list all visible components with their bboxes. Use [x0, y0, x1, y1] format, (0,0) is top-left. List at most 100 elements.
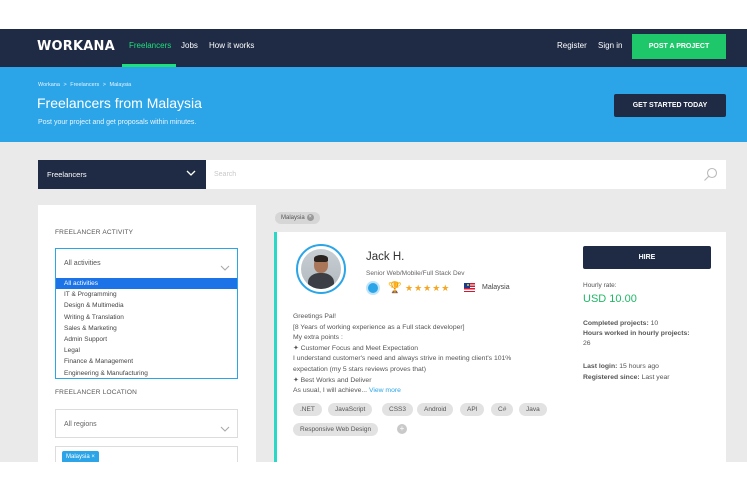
freelancer-country: Malaysia — [482, 284, 510, 291]
description-last-line: As usual, I will achieve... View more — [293, 386, 563, 397]
description-line: My extra points : — [293, 334, 343, 342]
activity-option[interactable]: Sales & Marketing — [56, 323, 237, 334]
skill-tag[interactable]: CSS3 — [382, 403, 413, 416]
search-icon[interactable] — [703, 167, 718, 187]
activity-option[interactable]: Engineering & Manufacturing — [56, 368, 237, 379]
hours-worked-value: 26 — [583, 340, 591, 347]
hours-worked-label: Hours worked in hourly projects: — [583, 330, 690, 337]
hourly-rate-label: Hourly rate: — [583, 282, 617, 289]
activity-option[interactable]: Admin Support — [56, 334, 237, 345]
main-content: Freelancers Search FREELANCER ACTIVITY A… — [0, 142, 747, 462]
hero-banner: Workana > Freelancers > Malaysia Freelan… — [0, 67, 747, 142]
skill-tag[interactable]: Android — [417, 403, 454, 416]
skill-tag[interactable]: API — [460, 403, 485, 416]
skill-tag[interactable]: JavaScript — [328, 403, 373, 416]
breadcrumb-separator: > — [102, 82, 106, 88]
completed-projects-value: 10 — [650, 320, 659, 327]
location-tag-malaysia[interactable]: Malaysia × — [62, 451, 99, 462]
workana-logo[interactable]: WORKANA — [37, 39, 115, 54]
breadcrumb: Workana > Freelancers > Malaysia — [38, 82, 133, 88]
hourly-rate-value: USD 10.00 — [583, 293, 637, 305]
nav-how-it-works[interactable]: How it works — [209, 41, 254, 50]
rating-stars: ★★★★★ — [405, 283, 451, 293]
search-placeholder: Search — [214, 171, 237, 178]
activity-option[interactable]: All activities — [56, 278, 237, 290]
view-more-link[interactable]: View more — [369, 387, 401, 394]
last-login-value: 15 hours ago — [619, 363, 659, 370]
registered-since-label: Registered since: — [583, 374, 640, 381]
description-line: [8 Years of working experience as a Full… — [293, 323, 465, 331]
bottom-area — [0, 462, 747, 498]
level-badge-icon — [366, 281, 380, 295]
breadcrumb-separator: > — [63, 82, 67, 88]
activity-dropdown-list: All activities IT & Programming Design &… — [55, 278, 238, 379]
category-select-value: Freelancers — [47, 170, 87, 179]
skill-tag[interactable]: C# — [491, 403, 514, 416]
avatar[interactable] — [296, 244, 346, 294]
activity-option[interactable]: Writing & Translation — [56, 312, 237, 323]
malaysia-flag-icon — [464, 283, 475, 292]
filters-sidebar: FREELANCER ACTIVITY All activities All a… — [38, 205, 256, 462]
activity-select-value: All activities — [64, 260, 101, 267]
description-line: ✦ Best Works and Deliver — [293, 376, 372, 384]
hours-worked-label-text: Hours worked in hourly projects: — [583, 330, 690, 337]
activity-option[interactable]: Design & Multimedia — [56, 300, 237, 311]
registered-since-value: Last year — [641, 374, 670, 381]
region-select-value: All regions — [64, 421, 97, 428]
breadcrumb-malaysia: Malaysia — [109, 82, 132, 88]
more-skills-icon[interactable]: + — [397, 424, 407, 434]
skill-tag[interactable]: Responsive Web Design — [293, 423, 379, 436]
avatar-photo — [301, 249, 341, 289]
activity-section-title: FREELANCER ACTIVITY — [55, 229, 134, 236]
activity-option[interactable]: Finance & Management — [56, 356, 237, 367]
description-line: ✦ Customer Focus and Meet Expectation — [293, 344, 419, 352]
get-started-button[interactable]: GET STARTED TODAY — [614, 94, 726, 117]
close-icon[interactable]: × — [306, 214, 314, 221]
trophy-icon: 🏆 — [388, 282, 402, 294]
last-login: Last login: 15 hours ago — [583, 363, 659, 370]
nav-freelancers[interactable]: Freelancers — [129, 41, 171, 50]
completed-projects-label: Completed projects: — [583, 320, 649, 327]
region-select[interactable]: All regions — [55, 409, 238, 438]
skill-tag[interactable]: .NET — [293, 403, 322, 416]
top-strip — [0, 0, 747, 29]
filter-chip-label: Malaysia — [281, 215, 305, 221]
active-filter-chip[interactable]: Malaysia × — [275, 212, 320, 224]
avatar-body — [308, 273, 334, 289]
navbar: WORKANA Freelancers Jobs How it works Re… — [0, 29, 747, 67]
chevron-down-icon — [186, 170, 196, 179]
freelancer-name[interactable]: Jack H. — [366, 251, 404, 263]
page-subtitle: Post your project and get proposals with… — [38, 119, 197, 126]
freelancer-card: Jack H. Senior Web/Mobile/Full Stack Dev… — [274, 232, 726, 462]
chevron-down-icon — [220, 420, 230, 438]
description-line: Greetings Pal! — [293, 313, 337, 320]
description-line: expectation (my 5 stars reviews proves t… — [293, 365, 426, 373]
sign-in-link[interactable]: Sign in — [598, 41, 622, 50]
post-project-button[interactable]: POST A PROJECT — [632, 34, 726, 59]
location-tags-box: Malaysia × — [55, 446, 238, 462]
activity-select[interactable]: All activities — [55, 248, 238, 278]
breadcrumb-workana[interactable]: Workana — [38, 82, 60, 88]
nav-jobs[interactable]: Jobs — [181, 41, 198, 50]
category-select[interactable]: Freelancers — [38, 160, 206, 189]
page-title: Freelancers from Malaysia — [37, 95, 202, 111]
search-input[interactable]: Search — [206, 160, 726, 189]
last-login-label: Last login: — [583, 363, 618, 370]
description-line: I understand customer's need and always … — [293, 355, 512, 363]
activity-option[interactable]: IT & Programming — [56, 289, 237, 300]
breadcrumb-freelancers[interactable]: Freelancers — [70, 82, 99, 88]
avatar-hair — [314, 255, 328, 262]
freelancer-badges: 🏆 ★★★★★ Malaysia — [366, 281, 566, 295]
description-line: As usual, I will achieve... — [293, 387, 368, 395]
hire-button[interactable]: HIRE — [583, 246, 711, 269]
location-section-title: FREELANCER LOCATION — [55, 389, 138, 396]
freelancer-role: Senior Web/Mobile/Full Stack Dev — [366, 270, 465, 277]
activity-option[interactable]: Legal — [56, 345, 237, 356]
freelancer-description: Greetings Pal! [8 Years of working exper… — [293, 312, 563, 397]
flag-sun — [467, 284, 469, 286]
chevron-down-icon — [220, 259, 230, 277]
register-link[interactable]: Register — [557, 41, 587, 50]
registered-since: Registered since: Last year — [583, 374, 670, 381]
skill-tag[interactable]: Java — [519, 403, 547, 416]
completed-projects: Completed projects: 10 — [583, 320, 658, 327]
